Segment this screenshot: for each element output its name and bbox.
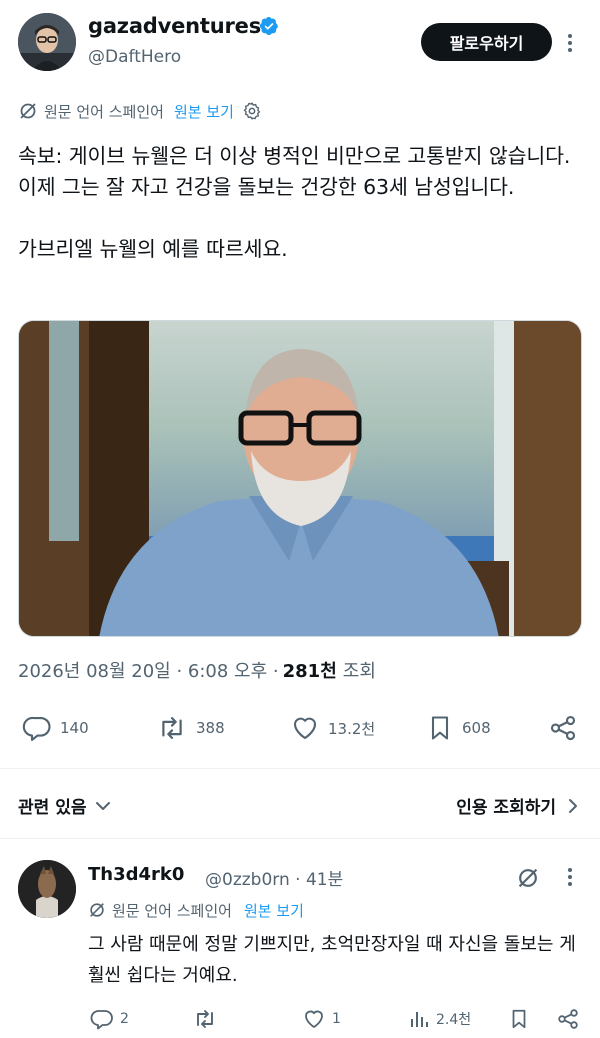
reply-button[interactable]: 140 [22,708,89,748]
reply-show-original-link[interactable]: 원본 보기 [244,900,304,921]
related-label: 관련 있음 [18,798,87,818]
bookmark-icon [508,1007,536,1031]
views-count: 281천 [282,661,337,682]
translation-label: 원문 언어 스페인어 [44,102,164,121]
repost-icon [156,713,196,743]
reply-action-bar: 2 1 2.4천 [88,1004,584,1034]
repost-count: 388 [196,719,225,737]
reply-reply-button[interactable]: 2 [90,1004,129,1034]
view-quotes-link[interactable]: 인용 조회하기 [456,793,582,818]
repost-icon [192,1007,224,1031]
related-dropdown[interactable]: 관련 있음 [18,793,112,818]
tweet-action-bar: 140 388 13.2천 608 [18,708,584,748]
reply-views-button[interactable]: 2.4천 [408,1004,471,1034]
like-button[interactable]: 13.2천 [290,708,375,748]
view-quotes-label: 인용 조회하기 [456,798,556,818]
reply-handle-time[interactable]: @0zzb0rn · 41분 [205,865,343,890]
views-label: 조회 [342,661,376,682]
tweet-text: 속보: 게이브 뉴웰은 더 이상 병적인 비만으로 고통받지 않습니다. 이제 … [18,144,571,261]
translate-off-icon[interactable] [515,866,541,890]
chevron-right-icon [564,797,582,815]
tweet-timestamp[interactable]: 2026년 08월 20일 · 6:08 오후 · [18,657,279,683]
translate-off-icon [18,101,38,121]
reply-reply-count: 2 [120,1011,129,1027]
like-count: 13.2천 [328,719,376,738]
heart-icon [302,1007,332,1031]
tweet-meta: 2026년 08월 20일 · 6:08 오후 · 281천 조회 [18,657,376,683]
reply-icon [90,1007,120,1031]
translation-bar: 원문 언어 스페인어 원본 보기 [18,99,262,123]
divider [0,838,600,839]
reply-count: 140 [60,719,89,737]
bookmark-button[interactable]: 608 [426,708,491,748]
reply-text: 그 사람 때문에 정말 기쁘지만, 초억만장자일 때 자신을 돌보는 게 훨씬 … [88,934,576,986]
author-handle[interactable]: @DaftHero [88,47,181,67]
more-options-icon[interactable] [560,30,580,56]
reply-translation-label: 원문 언어 스페인어 [112,901,232,920]
show-original-link[interactable]: 원본 보기 [174,101,234,122]
reply-like-button[interactable]: 1 [302,1004,341,1034]
repost-button[interactable]: 388 [156,708,225,748]
reply-like-count: 1 [332,1011,341,1027]
bookmark-count: 608 [462,719,491,737]
analytics-icon [408,1008,436,1030]
reply-display-name[interactable]: Th3d4rk0 [88,864,184,885]
heart-icon [290,713,328,743]
share-button[interactable] [548,708,586,748]
reply-bookmark-button[interactable] [508,1004,536,1034]
bookmark-icon [426,713,462,743]
share-icon [556,1007,586,1031]
author-avatar[interactable] [18,13,76,71]
share-icon [548,713,586,743]
tweet-media-image[interactable] [18,320,582,637]
reply-views-count: 2.4천 [436,1012,472,1028]
verified-badge-icon [259,16,279,36]
divider [0,768,600,769]
reply-more-options-icon[interactable] [562,866,578,888]
follow-button[interactable]: 팔로우하기 [421,23,552,61]
author-display-name[interactable]: gazadventures [88,14,261,38]
translate-off-icon [88,901,106,919]
gear-icon[interactable] [242,101,262,121]
reply-translation-bar: 원문 언어 스페인어 원본 보기 [88,899,304,921]
reply-icon [22,713,60,743]
reply-repost-button[interactable] [192,1004,224,1034]
reply-share-button[interactable] [556,1004,586,1034]
reply-avatar[interactable] [18,860,76,918]
chevron-down-icon [94,797,112,815]
